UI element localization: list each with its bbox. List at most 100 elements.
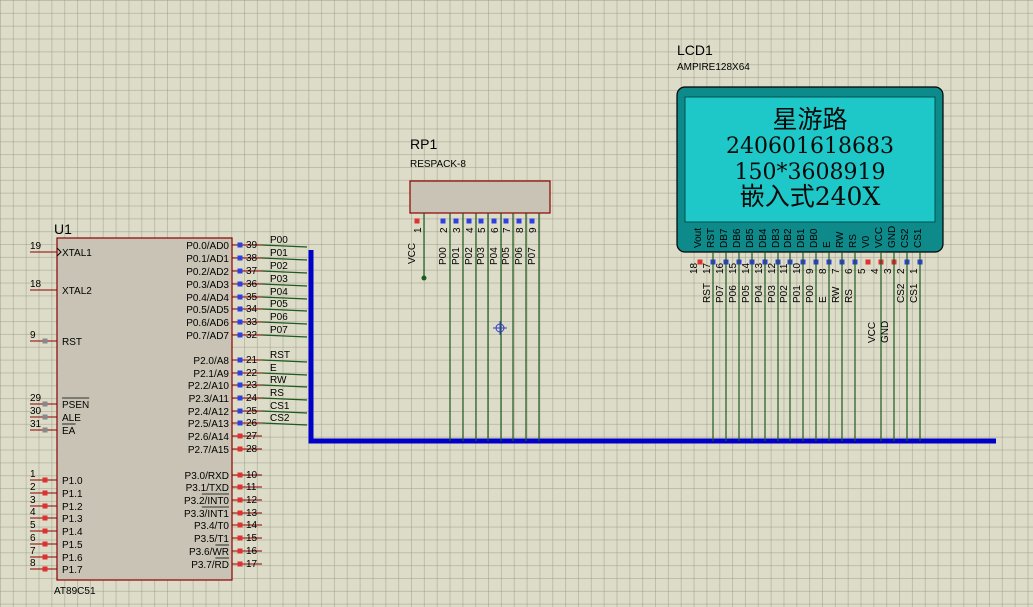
lcd-pin-number: 17 xyxy=(702,262,713,274)
lcd-pin-name: DB2 xyxy=(783,228,794,248)
rp1-part-label: RESPACK-8 xyxy=(410,159,466,170)
u1-pin-number: 14 xyxy=(246,520,258,531)
u1-pin-number: 2 xyxy=(30,482,36,493)
u1-pin-marker xyxy=(237,268,243,274)
u1-pin-marker xyxy=(237,420,243,426)
lcd-pin-name: DB0 xyxy=(809,228,820,248)
u1-pin-name: P2.4/A12 xyxy=(188,407,230,418)
net-label: P03 xyxy=(767,285,778,303)
lcd-pin-number: 3 xyxy=(883,268,894,274)
u1-part-label: AT89C51 xyxy=(54,586,96,597)
u1-pin-number: 32 xyxy=(246,330,258,341)
u1-pin-name: P3.2/INT0 xyxy=(184,496,229,507)
rp1-body[interactable] xyxy=(409,180,551,214)
u1-pin-number: 26 xyxy=(246,418,258,429)
u1-pin-number: 10 xyxy=(246,470,258,481)
lcd-pin-marker xyxy=(865,259,871,265)
u1-pin-marker xyxy=(237,332,243,338)
lcd-pin-number: 1 xyxy=(909,268,920,274)
lcd-pin-number: 9 xyxy=(805,268,816,274)
net-label: P02 xyxy=(270,261,288,272)
u1-pin-marker xyxy=(42,528,48,534)
u1-pin-name: P3.0/RXD xyxy=(185,471,229,482)
net-label: P06 xyxy=(728,285,739,303)
net-label: CS2 xyxy=(270,413,290,424)
net-label: P04 xyxy=(489,247,500,265)
net-label: P07 xyxy=(715,285,726,303)
u1-pin-marker xyxy=(237,255,243,261)
u1-pin-number: 6 xyxy=(30,533,36,544)
lcd-pin-number: 11 xyxy=(779,263,790,274)
u1-pin-number: 31 xyxy=(30,419,42,430)
u1-pin-name: P3.1/TXD xyxy=(186,483,229,494)
lcd-pin-number: 15 xyxy=(728,262,739,274)
u1-pin-name: RST xyxy=(62,337,82,348)
net-label: P02 xyxy=(464,247,475,265)
net-label: VCC xyxy=(867,322,878,343)
u1-pin-number: 1 xyxy=(30,469,36,480)
rp1-pin-number: 2 xyxy=(439,227,450,233)
lcd-pin-name: GND xyxy=(887,226,898,248)
u1-pin-number: 38 xyxy=(246,253,258,264)
lcd-pin-name: Vout xyxy=(693,228,704,248)
u1-pin-name: P3.6/WR xyxy=(189,547,229,558)
lcd-pin-number: 13 xyxy=(754,262,765,274)
net-label: P03 xyxy=(270,274,288,285)
lcd-pin-number: 2 xyxy=(896,268,907,274)
u1-pin-name: EA xyxy=(62,426,76,437)
u1-pin-name: P1.4 xyxy=(62,527,83,538)
lcd-pin-name: DB7 xyxy=(719,228,730,248)
u1-pin-marker xyxy=(42,566,48,572)
lcd-pin-name: CS1 xyxy=(913,228,924,248)
lcd-pin-number: 12 xyxy=(767,262,778,274)
net-label: P00 xyxy=(805,285,816,303)
net-label: VCC xyxy=(407,243,418,264)
u1-pin-marker xyxy=(42,503,48,509)
lcd-pin-number: 4 xyxy=(870,268,881,274)
lcd-pin-name: DB1 xyxy=(796,228,807,248)
u1-pin-name: PSEN xyxy=(62,400,89,411)
u1-pin-marker xyxy=(237,472,243,478)
u1-pin-name: XTAL1 xyxy=(62,248,92,259)
rp1-pin-marker xyxy=(414,218,420,224)
net-label: P05 xyxy=(501,247,512,265)
u1-pin-number: 12 xyxy=(246,495,258,506)
rp1-pin-number: 5 xyxy=(477,227,488,233)
u1-pin-name: P0.2/AD2 xyxy=(186,267,229,278)
u1-pin-number: 15 xyxy=(246,533,258,544)
net-label: P05 xyxy=(741,285,752,303)
lcd-pin-number: 6 xyxy=(844,268,855,274)
net-label: P01 xyxy=(270,248,288,259)
u1-pin-number: 34 xyxy=(246,304,258,315)
u1-pin-marker xyxy=(42,477,48,483)
u1-pin-name: P0.5/AD5 xyxy=(186,305,229,316)
u1-pin-name: XTAL2 xyxy=(62,286,92,297)
u1-pin-marker xyxy=(237,497,243,503)
data-bus[interactable] xyxy=(308,250,996,444)
lcd-pin-number: 10 xyxy=(792,262,803,274)
rp1-ref-label: RP1 xyxy=(410,136,437,152)
u1-pin-number: 18 xyxy=(30,279,42,290)
u1-pin-name: P0.7/AD7 xyxy=(186,331,229,342)
net-label: RS xyxy=(270,388,284,399)
net-label: P00 xyxy=(438,247,449,265)
net-label: CS1 xyxy=(270,401,290,412)
u1-pin-name: P2.0/A8 xyxy=(193,356,229,367)
net-label: RS xyxy=(844,289,855,303)
net-label: E xyxy=(270,363,277,374)
u1-pin-marker xyxy=(42,427,48,433)
lcd-pin-name: DB5 xyxy=(745,228,756,248)
net-label: P07 xyxy=(270,325,288,336)
u1-pin-number: 9 xyxy=(30,330,36,341)
lcd-pin-name: DB3 xyxy=(771,228,782,248)
rp1-pin-marker xyxy=(491,218,497,224)
net-label: E xyxy=(818,296,829,303)
u1-pin-marker xyxy=(237,408,243,414)
lcd-text-line: 嵌入式240X xyxy=(740,182,881,211)
u1-pin-marker xyxy=(237,395,243,401)
u1-pin-name: P0.0/AD0 xyxy=(186,241,229,252)
net-label: RW xyxy=(831,286,842,303)
net-label: P06 xyxy=(270,312,288,323)
u1-pin-marker xyxy=(42,554,48,560)
u1-pin-number: 29 xyxy=(30,393,42,404)
